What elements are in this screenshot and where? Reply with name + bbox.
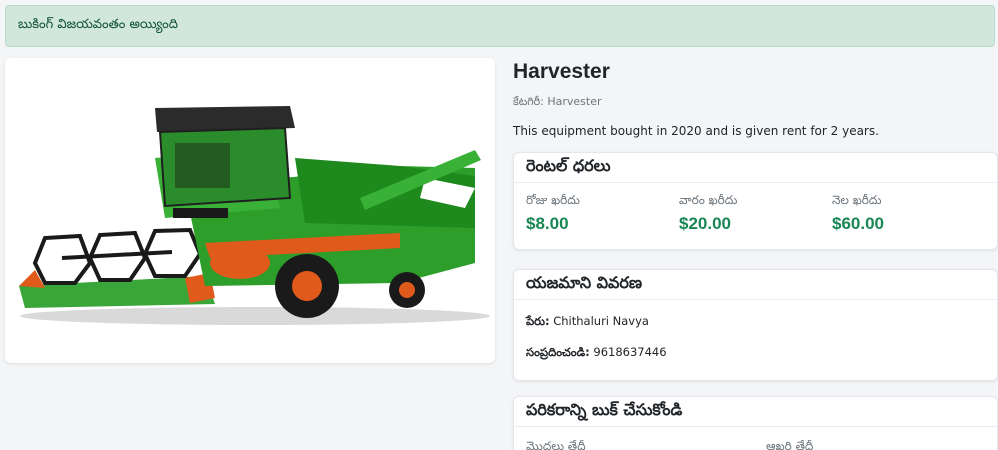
daily-rate-label: రోజు ఖరీదు bbox=[526, 193, 580, 207]
equipment-description: This equipment bought in 2020 and is giv… bbox=[513, 124, 879, 138]
weekly-rate-label: వారం ఖరీదు bbox=[679, 193, 738, 207]
weekly-rate-value: $20.00 bbox=[679, 214, 731, 233]
equipment-image-card bbox=[5, 58, 495, 363]
owner-name-line: పేరు: Chithaluri Navya bbox=[514, 314, 997, 331]
booking-header: పరికరాన్ని బుక్ చేసుకోండి bbox=[514, 397, 997, 427]
booking-date-labels: మొదలు తేదీ ఆఖరి తేదీ bbox=[514, 427, 997, 450]
owner-contact-line: సంప్రదించండి: 9618637446 bbox=[514, 345, 997, 362]
alert-message: బుకింగ్ విజయవంతం అయ్యింది bbox=[18, 17, 178, 32]
owner-name-value: Chithaluri Navya bbox=[553, 314, 649, 328]
equipment-title: Harvester bbox=[513, 60, 610, 83]
owner-contact-label: సంప్రదించండి: bbox=[526, 345, 590, 359]
monthly-rate-label: నెల ఖరీదు bbox=[832, 193, 882, 207]
booking-card: పరికరాన్ని బుక్ చేసుకోండి మొదలు తేదీ ఆఖర… bbox=[513, 396, 998, 450]
owner-details-header: యజమాని వివరణ bbox=[514, 270, 997, 300]
equipment-category: కేటగిరీ: Harvester bbox=[513, 95, 602, 108]
rental-rates-header: రెంటల్ ధరలు bbox=[514, 153, 997, 183]
weekly-rate: వారం ఖరీదు $20.00 bbox=[679, 193, 832, 234]
success-alert: బుకింగ్ విజయవంతం అయ్యింది bbox=[5, 5, 995, 47]
monthly-rate-value: $60.00 bbox=[832, 214, 884, 233]
owner-name-label: పేరు: bbox=[526, 314, 550, 328]
harvester-image bbox=[19, 106, 490, 325]
daily-rate-value: $8.00 bbox=[526, 214, 569, 233]
start-date-label: మొదలు తేదీ bbox=[526, 439, 586, 450]
owner-details-card: యజమాని వివరణ పేరు: Chithaluri Navya సంప్… bbox=[513, 269, 998, 381]
rates-row: రోజు ఖరీదు $8.00 వారం ఖరీదు $20.00 నెల ఖ… bbox=[514, 183, 997, 234]
monthly-rate: నెల ఖరీదు $60.00 bbox=[832, 193, 985, 234]
owner-contact-value: 9618637446 bbox=[593, 345, 667, 359]
end-date-label: ఆఖరి తేదీ bbox=[766, 439, 814, 450]
rental-rates-card: రెంటల్ ధరలు రోజు ఖరీదు $8.00 వారం ఖరీదు … bbox=[513, 152, 998, 250]
daily-rate: రోజు ఖరీదు $8.00 bbox=[526, 193, 679, 234]
